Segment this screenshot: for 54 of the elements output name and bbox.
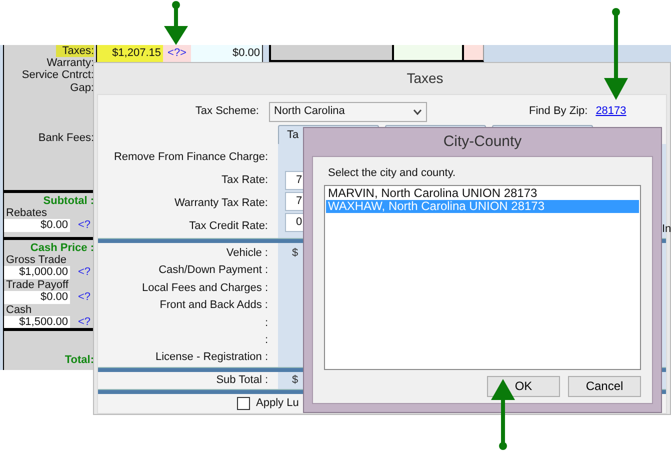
annotation-arrow — [491, 379, 515, 450]
field-label: Remove From Finance Charge: — [114, 150, 268, 165]
lookup-link[interactable]: <? — [78, 264, 91, 281]
checkbox[interactable] — [237, 396, 250, 410]
checkbox-label: Apply Lu — [256, 396, 299, 411]
lookup-link[interactable]: <? — [78, 217, 91, 234]
tax-scheme-dropdown[interactable]: North Carolina — [269, 102, 427, 122]
annotation-arrow — [164, 1, 188, 45]
field-label: Rebates — [5, 207, 48, 219]
field-label: Trade Payoff — [5, 279, 70, 291]
field-label: Vehicle : — [226, 246, 269, 261]
dialog-button[interactable]: Cancel — [568, 376, 641, 397]
lookup-link[interactable]: <?> — [163, 45, 191, 62]
field-label: Tax Rate: — [222, 173, 268, 188]
caret-icon — [413, 108, 422, 114]
total-label: Total: — [64, 354, 95, 366]
field-label: Warranty Tax Rate: — [174, 196, 268, 211]
amount-value: $ — [291, 374, 298, 386]
field-label: Tax Scheme: — [194, 104, 260, 120]
field-label: Local Fees and Charges : — [142, 280, 269, 296]
dialog-title: Taxes — [406, 69, 444, 88]
field-label: : — [264, 316, 269, 331]
amount-cell: $1,207.15 — [96, 45, 163, 62]
zip-link[interactable]: 28173 — [596, 103, 626, 120]
field-label: Cash — [5, 304, 33, 316]
field-label: Sub Total : — [216, 372, 269, 388]
field-label: Cash/Down Payment : — [158, 263, 269, 278]
section-heading: Subtotal : — [43, 195, 95, 207]
field-label: Find By Zip: — [529, 104, 588, 120]
amount-field[interactable]: $0.00 — [4, 291, 70, 304]
section-heading: Cash Price : — [30, 242, 95, 254]
grid-cell — [394, 45, 464, 62]
prompt-text: Select the city and county. — [327, 166, 457, 180]
field-label: License - Registration : — [156, 350, 269, 366]
list-item[interactable]: MARVIN, North Carolina UNION 28173 — [326, 187, 639, 200]
amount-field[interactable]: $1,500.00 — [4, 316, 70, 329]
amount-field[interactable]: $0.00 — [4, 219, 70, 232]
amount-field[interactable]: $1,000.00 — [4, 266, 70, 279]
field-label: Gross Trade — [5, 254, 68, 266]
lookup-link[interactable]: <? — [78, 314, 91, 331]
field-label: : — [264, 332, 269, 348]
lookup-link[interactable]: <? — [78, 289, 91, 306]
field-label: Gap: — [70, 82, 94, 94]
field-label: Taxes: — [56, 45, 94, 58]
field-label: In — [662, 222, 671, 237]
grid-cell — [464, 45, 484, 62]
dialog-title: City-County — [443, 132, 522, 152]
field-label: Tax Credit Rate: — [189, 219, 268, 234]
field-label: Bank Fees: — [38, 132, 94, 144]
field-label: Service Cntrct: — [22, 69, 94, 82]
amount-cell: $0.00 — [191, 45, 263, 62]
field-label: Front and Back Adds : — [160, 298, 269, 314]
field-label: Warranty: — [46, 57, 94, 70]
amount-value: $ — [291, 247, 298, 259]
